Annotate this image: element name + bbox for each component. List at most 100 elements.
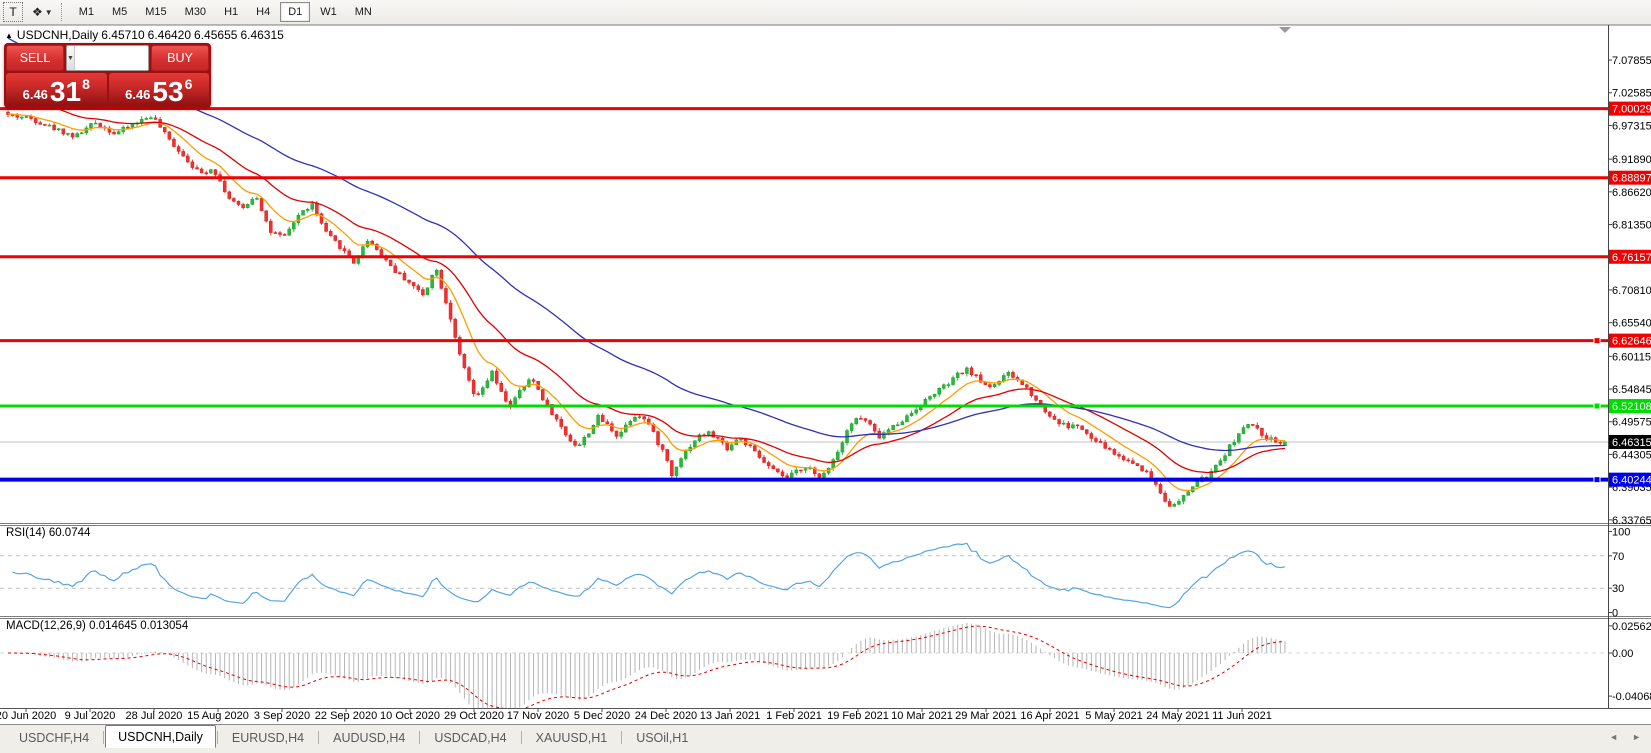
candle-body [1214, 465, 1217, 471]
tab-usoil-h1[interactable]: USOil,H1 [623, 727, 701, 748]
level-handle[interactable] [1594, 403, 1600, 409]
candle-body [251, 199, 254, 204]
timeframe-h1[interactable]: H1 [216, 2, 246, 22]
timeframe-mn[interactable]: MN [347, 2, 380, 22]
candle-body [1187, 492, 1190, 496]
candle-body [905, 416, 908, 422]
x-axis-date-label: 1 Feb 2021 [766, 710, 822, 722]
tab-usdcad-h4[interactable]: USDCAD,H4 [421, 727, 519, 748]
candle-body [172, 139, 175, 146]
x-axis-date-label: 22 Sep 2020 [315, 710, 377, 722]
sell-price-sup: 8 [82, 77, 90, 91]
volume-decrease-button[interactable]: ▼ [67, 46, 75, 70]
timeframe-w1[interactable]: W1 [312, 2, 345, 22]
cursor-tool-button[interactable]: ❖ ▼ [25, 2, 56, 22]
tab-scroll-right-icon[interactable]: ► [1632, 732, 1641, 742]
candle-body [818, 474, 821, 478]
tab-separator [103, 731, 104, 744]
buy-price-big: 53 [152, 80, 183, 105]
rsi-axis-label: 0 [1612, 608, 1618, 620]
timeframe-m5[interactable]: M5 [104, 2, 135, 22]
candle-body [1136, 463, 1139, 465]
candle-body [1085, 430, 1088, 434]
timeframe-d1[interactable]: D1 [280, 2, 310, 22]
candle-body [726, 442, 729, 450]
candle-body [1067, 423, 1070, 428]
candle-body [302, 210, 305, 215]
candle-body [117, 132, 120, 134]
candle-body [555, 415, 558, 419]
candle-body [48, 125, 51, 126]
candle-body [246, 204, 249, 207]
candle-body [1011, 372, 1014, 377]
text-tool-button[interactable]: T [3, 2, 23, 22]
timeframe-h4[interactable]: H4 [248, 2, 278, 22]
ohlc-low: 6.45655 [194, 28, 237, 42]
candle-body [1260, 428, 1263, 435]
x-axis-date-label: 24 Dec 2020 [635, 710, 697, 722]
candle-body [786, 476, 789, 477]
candle-body [670, 461, 673, 476]
candle-body [338, 240, 341, 248]
candle-body [444, 288, 447, 303]
candle-body [66, 133, 69, 134]
candle-body [62, 129, 65, 134]
timeframe-m15[interactable]: M15 [137, 2, 174, 22]
candle-body [661, 445, 664, 450]
sell-price-display[interactable]: 6.46 31 8 [6, 73, 107, 106]
level-handle[interactable] [1594, 477, 1600, 483]
candle-body [1131, 461, 1134, 464]
buy-button[interactable]: BUY [151, 45, 209, 71]
candle-body [574, 441, 577, 445]
chart-tabs: USDCHF,H4USDCNH,DailyEURUSD,H4AUDUSD,H4U… [6, 725, 701, 748]
volume-input[interactable] [75, 46, 149, 70]
timeframe-m1[interactable]: M1 [71, 2, 102, 22]
tab-usdcnh-daily[interactable]: USDCNH,Daily [105, 725, 216, 748]
collapse-chart-icon[interactable]: ▲ [5, 31, 13, 40]
buy-price-sup: 6 [185, 77, 193, 91]
candle-body [504, 392, 507, 402]
candle-body [255, 198, 258, 199]
candle-body [592, 425, 595, 433]
chart-canvas[interactable]: 7.078557.025856.973156.918906.866206.813… [0, 0, 1651, 753]
tab-eurusd-h4[interactable]: EURUSD,H4 [219, 727, 317, 748]
candle-body [1279, 442, 1282, 443]
candle-body [380, 250, 383, 257]
candle-body [961, 373, 964, 374]
y-axis-label: 7.02585 [1612, 88, 1651, 100]
candle-body [1062, 423, 1065, 424]
tab-audusd-h4[interactable]: AUDUSD,H4 [320, 727, 418, 748]
x-axis-date-label: 29 Oct 2020 [444, 710, 504, 722]
candle-body [739, 439, 742, 440]
buy-price-display[interactable]: 6.46 53 6 [109, 73, 210, 106]
candle-body [970, 368, 973, 375]
candle-body [315, 204, 318, 214]
timeframe-m30[interactable]: M30 [177, 2, 214, 22]
x-axis-date-label: 10 Oct 2020 [380, 710, 440, 722]
candle-body [610, 424, 613, 431]
candle-body [412, 282, 415, 285]
candle-body [629, 421, 632, 425]
candle-body [94, 123, 97, 124]
level-handle[interactable] [1594, 338, 1600, 344]
candle-body [707, 432, 710, 436]
candle-body [145, 118, 148, 119]
chevron-down-icon: ▼ [45, 8, 53, 17]
candle-body [431, 275, 434, 287]
tab-scroll-left-icon[interactable]: ◄ [1609, 732, 1618, 742]
y-axis-label: 6.81350 [1612, 220, 1651, 232]
level-price-badge: 6.88897 [1612, 173, 1651, 185]
candle-body [191, 162, 194, 168]
tab-xauusd-h1[interactable]: XAUUSD,H1 [523, 727, 621, 748]
x-axis-date-label: 29 Mar 2021 [955, 710, 1017, 722]
candle-body [1177, 501, 1180, 504]
candle-body [716, 437, 719, 438]
candle-body [781, 472, 784, 476]
tab-usdchf-h4[interactable]: USDCHF,H4 [6, 727, 102, 748]
candle-body [306, 209, 309, 210]
buy-price-base: 6.46 [125, 88, 150, 101]
candle-body [541, 390, 544, 400]
sell-button[interactable]: SELL [6, 45, 64, 71]
macd-indicator-label: MACD(12,26,9) 0.014645 0.013054 [6, 620, 188, 632]
candle-body [1099, 441, 1102, 442]
